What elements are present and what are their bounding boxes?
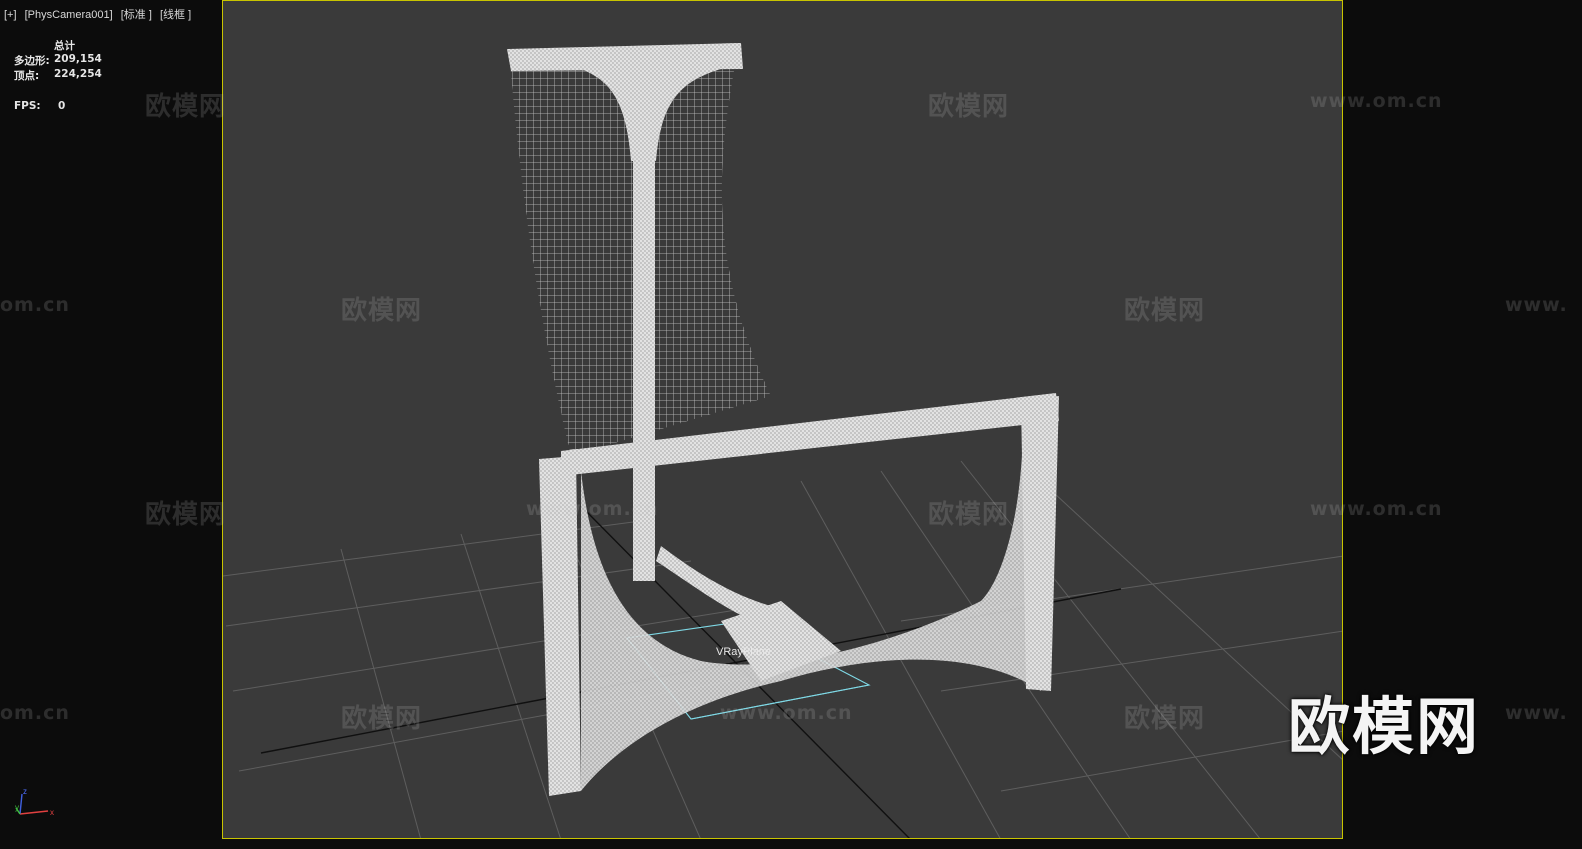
- watermark-brand: 欧模网: [341, 296, 423, 326]
- axis-tripod-icon: x y z: [15, 787, 54, 817]
- watermark-brand: 欧模网: [928, 500, 1010, 530]
- stats-vertices-value: 224,254: [54, 68, 102, 80]
- watermark-url-partial: www.: [1505, 294, 1568, 316]
- axis-z-label: z: [23, 787, 27, 796]
- watermark-brand: 欧模网: [1124, 296, 1206, 326]
- stats-fps-value: 0: [58, 100, 66, 112]
- stats-polygons-label: 多边形:: [14, 55, 50, 67]
- watermark-url-partial: www.: [1505, 702, 1568, 724]
- viewport-display-mode-button[interactable]: [线框 ]: [160, 9, 191, 21]
- watermark-url-partial: om.cn: [0, 294, 70, 316]
- watermark-url: www.om.cn: [526, 498, 659, 520]
- axis-x-label: x: [50, 808, 54, 817]
- watermark-brand: 欧模网: [928, 92, 1010, 122]
- watermark-url-partial: om.cn: [0, 702, 70, 724]
- stats-vertices-label: 顶点:: [14, 70, 40, 82]
- axis-y-label: y: [15, 803, 19, 812]
- watermark-brand: 欧模网: [341, 704, 423, 734]
- watermark-url: www.om.cn: [720, 702, 853, 724]
- viewport-camera-button[interactable]: [PhysCamera001]: [25, 9, 113, 21]
- viewport-menu-button[interactable]: [+]: [4, 9, 17, 21]
- chair-wireframe-model: [507, 43, 1059, 796]
- watermark-url: www.om.cn: [1310, 90, 1443, 112]
- brand-logo-watermark: 欧模网: [1288, 690, 1481, 763]
- stats-polygons-value: 209,154: [54, 53, 102, 65]
- vray-plane-label[interactable]: VRayPlane: [716, 646, 771, 658]
- watermark-brand: 欧模网: [145, 92, 227, 122]
- watermark-brand: 欧模网: [145, 500, 227, 530]
- viewport-label-bar: [+] [PhysCamera001] [标准 ] [线框 ]: [4, 6, 196, 22]
- watermark-url: www.om.cn: [1310, 498, 1443, 520]
- watermark-brand: 欧模网: [1124, 704, 1206, 734]
- viewport-shading-button[interactable]: [标准 ]: [121, 9, 152, 21]
- stats-fps-label: FPS:: [14, 100, 41, 112]
- stats-total-header: 总计: [54, 40, 75, 52]
